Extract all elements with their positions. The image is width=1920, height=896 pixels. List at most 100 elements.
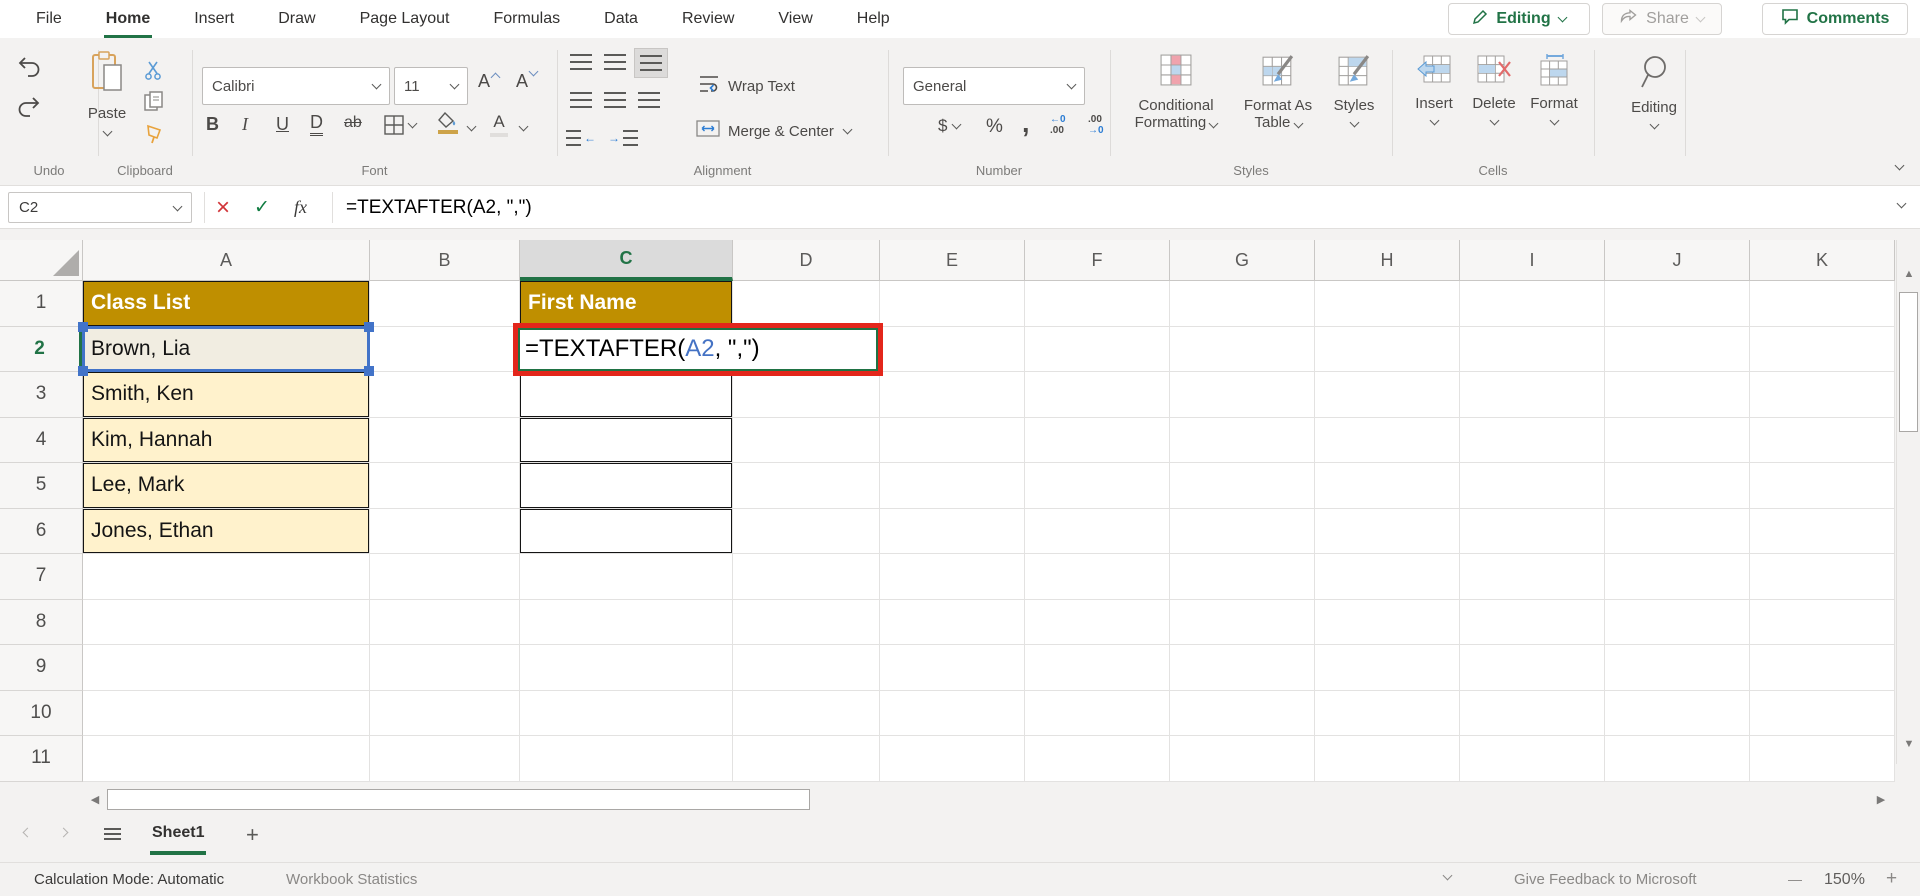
row-header-8[interactable]: 8 xyxy=(0,599,83,645)
cell[interactable] xyxy=(1025,372,1170,418)
cell[interactable] xyxy=(1750,463,1895,509)
cell[interactable] xyxy=(1170,508,1315,554)
cell[interactable] xyxy=(520,599,733,645)
cell-b2[interactable] xyxy=(370,326,520,372)
cell[interactable] xyxy=(1460,281,1605,327)
calculation-mode-status[interactable]: Calculation Mode: Automatic xyxy=(34,871,224,888)
row-header-10[interactable]: 10 xyxy=(0,690,83,736)
cell[interactable] xyxy=(1315,554,1460,600)
cell[interactable] xyxy=(733,281,880,327)
cell[interactable] xyxy=(83,736,370,782)
decrease-indent-button[interactable]: ← xyxy=(566,130,596,146)
cut-button[interactable] xyxy=(144,60,164,80)
cell[interactable] xyxy=(1170,417,1315,463)
cell[interactable] xyxy=(880,417,1025,463)
cell[interactable] xyxy=(1170,372,1315,418)
cell[interactable] xyxy=(370,554,520,600)
row-header-1[interactable]: 1 xyxy=(0,281,83,327)
column-header-h[interactable]: H xyxy=(1315,240,1460,281)
cell[interactable] xyxy=(83,690,370,736)
column-header-f[interactable]: F xyxy=(1025,240,1170,281)
row-header-11[interactable]: 11 xyxy=(0,736,83,782)
cell[interactable] xyxy=(1750,736,1895,782)
row-header-4[interactable]: 4 xyxy=(0,417,83,463)
merge-center-button[interactable]: Merge & Center xyxy=(696,120,853,142)
cell[interactable] xyxy=(1315,417,1460,463)
cancel-icon[interactable]: × xyxy=(216,186,230,229)
cell-a5[interactable]: Lee, Mark xyxy=(83,463,370,509)
cell[interactable] xyxy=(1315,372,1460,418)
cell[interactable] xyxy=(733,599,880,645)
font-size-select[interactable]: 11 xyxy=(394,67,468,105)
format-cells-button[interactable]: Format xyxy=(1526,54,1582,126)
scroll-right-arrow-icon[interactable]: ▶ xyxy=(1869,793,1893,806)
editing-mode-button[interactable]: Editing xyxy=(1448,3,1590,35)
cell-a3[interactable]: Smith, Ken xyxy=(83,372,370,418)
column-header-i[interactable]: I xyxy=(1460,240,1605,281)
column-header-a[interactable]: A xyxy=(83,240,370,281)
cell[interactable] xyxy=(370,736,520,782)
tab-page-layout[interactable]: Page Layout xyxy=(338,0,472,38)
comma-format-button[interactable]: , xyxy=(1022,108,1030,139)
cell[interactable] xyxy=(1025,326,1170,372)
cell[interactable] xyxy=(83,645,370,691)
grow-font-button[interactable]: A xyxy=(478,71,501,92)
tab-home[interactable]: Home xyxy=(84,0,172,38)
cell[interactable] xyxy=(1605,599,1750,645)
cell-a6[interactable]: Jones, Ethan xyxy=(83,508,370,554)
cell-c2[interactable]: =TEXTAFTER(A2, ",") xyxy=(513,322,883,376)
column-header-k[interactable]: K xyxy=(1750,240,1895,281)
decrease-decimal-button[interactable]: .00 →0 xyxy=(1088,114,1104,136)
cell[interactable] xyxy=(1315,599,1460,645)
cell[interactable] xyxy=(1315,463,1460,509)
cell-c3[interactable] xyxy=(520,372,733,418)
row-header-9[interactable]: 9 xyxy=(0,645,83,691)
cell[interactable] xyxy=(1170,736,1315,782)
tab-draw[interactable]: Draw xyxy=(256,0,337,38)
cell[interactable] xyxy=(1750,690,1895,736)
chevron-down-icon[interactable] xyxy=(466,121,477,132)
zoom-out-button[interactable]: — xyxy=(1788,871,1802,887)
cell-c4[interactable] xyxy=(520,417,733,463)
cell[interactable] xyxy=(733,417,880,463)
cell[interactable] xyxy=(880,508,1025,554)
cell[interactable] xyxy=(370,690,520,736)
column-header-e[interactable]: E xyxy=(880,240,1025,281)
cell-b5[interactable] xyxy=(370,463,520,509)
cell[interactable] xyxy=(1025,508,1170,554)
bold-button[interactable]: B xyxy=(206,114,219,135)
cell[interactable] xyxy=(1025,690,1170,736)
cell[interactable] xyxy=(733,554,880,600)
paste-button[interactable]: Paste xyxy=(82,50,132,137)
cell[interactable] xyxy=(1025,554,1170,600)
name-box[interactable]: C2 xyxy=(8,192,192,223)
column-header-j[interactable]: J xyxy=(1605,240,1750,281)
cell[interactable] xyxy=(1460,372,1605,418)
cell[interactable] xyxy=(1750,508,1895,554)
cell[interactable] xyxy=(880,736,1025,782)
cell[interactable] xyxy=(1025,645,1170,691)
fill-color-button[interactable] xyxy=(438,112,458,134)
column-header-c[interactable]: C xyxy=(520,240,733,281)
tab-file[interactable]: File xyxy=(14,0,84,38)
borders-button[interactable] xyxy=(384,115,418,135)
redo-button[interactable] xyxy=(16,94,42,120)
cell[interactable] xyxy=(1025,463,1170,509)
insert-cells-button[interactable]: Insert xyxy=(1406,54,1462,126)
cell[interactable] xyxy=(880,645,1025,691)
cell[interactable] xyxy=(1170,599,1315,645)
vertical-scroll-thumb[interactable] xyxy=(1899,292,1918,432)
chevron-down-icon[interactable] xyxy=(518,121,529,132)
row-header-5[interactable]: 5 xyxy=(0,463,83,509)
cell[interactable] xyxy=(1750,281,1895,327)
status-bar-chevron-icon[interactable] xyxy=(1442,870,1453,881)
cell[interactable] xyxy=(1605,690,1750,736)
number-format-select[interactable]: General xyxy=(903,67,1085,105)
undo-button[interactable] xyxy=(16,54,42,80)
cell[interactable] xyxy=(733,463,880,509)
tab-review[interactable]: Review xyxy=(660,0,756,38)
column-header-b[interactable]: B xyxy=(370,240,520,281)
cell[interactable] xyxy=(733,508,880,554)
cell[interactable] xyxy=(83,554,370,600)
cell[interactable] xyxy=(1315,690,1460,736)
